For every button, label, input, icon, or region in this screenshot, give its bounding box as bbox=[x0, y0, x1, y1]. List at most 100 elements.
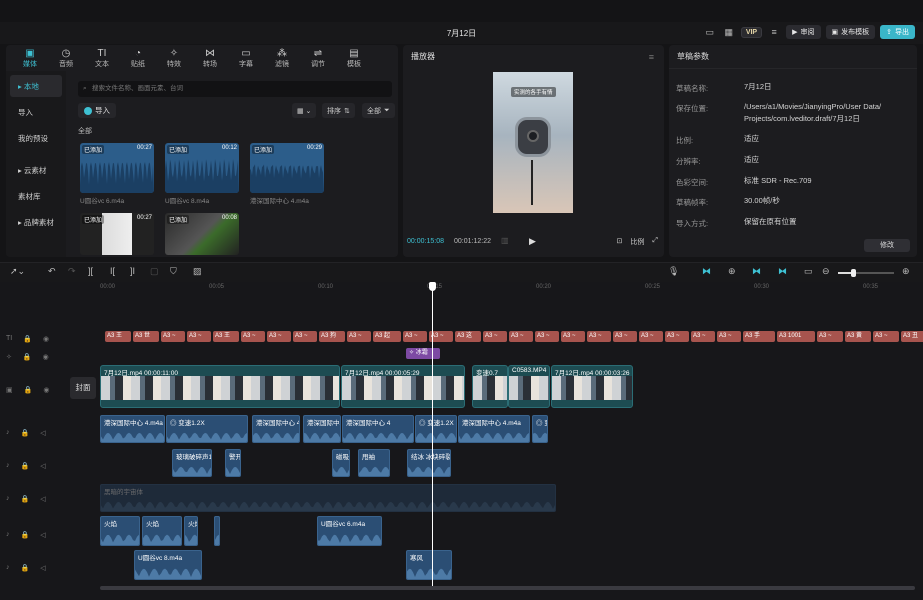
zoom-slider[interactable] bbox=[838, 269, 894, 277]
audio-clip[interactable]: 港深国际中心 4. bbox=[303, 415, 341, 443]
text-clip[interactable]: A3 ~ bbox=[293, 331, 317, 342]
grid-icon[interactable]: ▦ bbox=[722, 25, 736, 39]
text-clip[interactable]: A3 手 bbox=[743, 331, 775, 342]
text-clip[interactable]: A3 世 bbox=[133, 331, 159, 342]
lock-icon[interactable]: 🔒 bbox=[21, 495, 30, 503]
audio-clip[interactable]: 磁吸 bbox=[332, 449, 350, 477]
search-input[interactable]: ⌕ 搜索文件名称、画面元素、台词 bbox=[78, 81, 392, 97]
text-clip[interactable]: A3 ~ bbox=[691, 331, 715, 342]
text-clip[interactable]: A3 ~ bbox=[613, 331, 637, 342]
speaker-icon[interactable]: ◁ bbox=[40, 429, 45, 437]
delete-icon[interactable]: ▢ bbox=[150, 266, 159, 277]
text-clip[interactable]: A3 ~ bbox=[267, 331, 291, 342]
snap-icon[interactable]: ⊕ bbox=[728, 266, 736, 277]
lock-icon[interactable]: 🔒 bbox=[21, 564, 30, 572]
time-ruler[interactable]: 00:0000:0500:1000:1500:2000:2500:3000:35 bbox=[100, 282, 923, 294]
text-clip[interactable]: A3 ~ bbox=[587, 331, 611, 342]
playhead[interactable] bbox=[429, 282, 436, 586]
audio-clip[interactable]: 港深国际中心 4.m4a bbox=[100, 415, 165, 443]
audio-clip[interactable]: 黑暗的宇宙体 bbox=[100, 484, 556, 512]
text-clip[interactable]: A3 王 bbox=[105, 331, 131, 342]
audio-clip[interactable]: 警开 bbox=[225, 449, 241, 477]
audio-clip[interactable]: ◎ 变速1.2X bbox=[415, 415, 457, 443]
tab-caption[interactable]: ▭ 字幕 bbox=[228, 45, 264, 71]
text-clip[interactable]: A3 起 bbox=[373, 331, 401, 342]
media-thumbnail[interactable]: 已添加 00:12 bbox=[165, 143, 239, 193]
lock-icon[interactable]: 🔒 bbox=[21, 462, 30, 470]
player-menu-icon[interactable]: ≡ bbox=[649, 52, 654, 62]
menu-icon[interactable]: ≡ bbox=[767, 25, 781, 39]
select-tool-icon[interactable]: ➚⌄ bbox=[10, 266, 25, 277]
speaker-icon[interactable]: ◁ bbox=[40, 531, 45, 539]
audio-clip[interactable]: 港深国际中心 4.m4a bbox=[458, 415, 530, 443]
audio-clip[interactable]: 港深国际中心 4 bbox=[342, 415, 414, 443]
filter-button[interactable]: 全部 ⏷ bbox=[362, 103, 395, 118]
edit-button[interactable]: 修改 bbox=[864, 239, 910, 252]
audio-clip[interactable]: 火焰 bbox=[184, 516, 198, 546]
publish-template-button[interactable]: ▣ 发布模板 bbox=[825, 25, 876, 39]
trim-left-icon[interactable]: I[ bbox=[110, 266, 115, 276]
text-clip[interactable]: A3 ~ bbox=[639, 331, 663, 342]
layout-icon[interactable]: ▭ bbox=[703, 25, 717, 39]
redo-icon[interactable]: ↷ bbox=[68, 266, 76, 277]
ratio-button[interactable]: 比例 bbox=[630, 237, 644, 247]
lock-icon[interactable]: 🔒 bbox=[24, 386, 33, 394]
media-thumbnail[interactable]: 已添加 00:27 bbox=[80, 143, 154, 193]
speaker-icon[interactable]: ◁ bbox=[40, 462, 45, 470]
video-clip[interactable]: C0583.MP4 bbox=[508, 365, 550, 408]
text-clip[interactable]: A3 ~ bbox=[873, 331, 899, 342]
timeline[interactable]: 00:0000:0500:1000:1500:2000:2500:3000:35… bbox=[0, 282, 923, 600]
text-clip[interactable]: A3 ~ bbox=[403, 331, 427, 342]
zoom-in-icon[interactable]: ⊕ bbox=[902, 266, 910, 277]
zoom-out-icon[interactable]: ⊖ bbox=[822, 266, 830, 277]
audio-clip[interactable]: U圆谷vc 6.m4a bbox=[317, 516, 382, 546]
sidebar-item[interactable]: 我的预设 bbox=[10, 127, 62, 149]
view-mode-button[interactable]: ▦ ⌄ bbox=[292, 103, 317, 118]
microphone-icon[interactable]: 🎙 bbox=[668, 266, 679, 277]
timeline-grid-icon[interactable]: ▥ bbox=[501, 236, 509, 245]
audio-clip[interactable]: ◎ 变速1.2X bbox=[166, 415, 248, 443]
audio-clip[interactable]: ◎ 变速 bbox=[532, 415, 548, 443]
text-clip[interactable]: A3 ~ bbox=[561, 331, 585, 342]
review-button[interactable]: ▶ 审阅 bbox=[786, 25, 821, 39]
sidebar-item[interactable]: ▸ 品牌素材 bbox=[10, 211, 62, 233]
media-thumbnail[interactable]: 已添加 00:29 bbox=[250, 143, 324, 193]
play-button[interactable]: ▶ bbox=[529, 236, 536, 247]
lock-icon[interactable]: 🔒 bbox=[23, 353, 32, 361]
media-thumbnail[interactable]: 已添加 00:27 bbox=[80, 213, 154, 255]
text-clip[interactable]: A3 狗 bbox=[319, 331, 345, 342]
fit-view-icon[interactable]: ⊡ bbox=[617, 237, 623, 247]
lock-icon[interactable]: 🔒 bbox=[23, 335, 32, 343]
preview-axis-icon[interactable]: ⧓ bbox=[752, 266, 761, 277]
audio-clip[interactable]: 结冰 冰块碎裂 bbox=[407, 449, 451, 477]
text-clip[interactable]: A3 ~ bbox=[347, 331, 371, 342]
text-clip[interactable]: A3 王 bbox=[213, 331, 239, 342]
trim-right-icon[interactable]: ]I bbox=[130, 266, 135, 276]
video-clip[interactable]: 变速0.7 bbox=[472, 365, 508, 408]
media-thumbnail[interactable]: 已添加 00:08 bbox=[165, 213, 239, 255]
eye-icon[interactable]: ◉ bbox=[43, 335, 49, 343]
tab-media[interactable]: ▣ 媒体 bbox=[12, 45, 48, 71]
vip-badge[interactable]: VIP bbox=[740, 26, 763, 38]
text-clip[interactable]: A3 ~ bbox=[509, 331, 533, 342]
text-clip[interactable]: A3 ~ bbox=[241, 331, 265, 342]
cover-button[interactable]: 封面 bbox=[70, 377, 96, 399]
tab-template[interactable]: ▤ 模板 bbox=[336, 45, 372, 71]
tab-sticker[interactable]: ◔ 贴纸 bbox=[120, 45, 156, 71]
eye-icon[interactable]: ◉ bbox=[43, 353, 49, 361]
audio-clip[interactable]: 火焰 bbox=[100, 516, 140, 546]
text-clip[interactable]: A3 ~ bbox=[535, 331, 559, 342]
sidebar-item[interactable]: 素材库 bbox=[10, 185, 62, 207]
speaker-icon[interactable]: ◁ bbox=[40, 495, 45, 503]
tab-text[interactable]: TI 文本 bbox=[84, 45, 120, 71]
link-main-track-icon[interactable]: ⧓ bbox=[702, 266, 711, 277]
image-icon[interactable]: ▨ bbox=[193, 266, 202, 277]
text-clip[interactable]: A3 ~ bbox=[665, 331, 689, 342]
tab-adjust[interactable]: ⇌ 调节 bbox=[300, 45, 336, 71]
lock-icon[interactable]: 🔒 bbox=[21, 429, 30, 437]
text-clip[interactable]: A3 丑 bbox=[901, 331, 923, 342]
text-clip[interactable]: A3 ~ bbox=[187, 331, 211, 342]
caption-track-icon[interactable]: ▭ bbox=[804, 266, 813, 277]
sidebar-item[interactable]: ▸ 云素材 bbox=[10, 159, 62, 181]
text-clip[interactable]: A3 1001 bbox=[777, 331, 815, 342]
